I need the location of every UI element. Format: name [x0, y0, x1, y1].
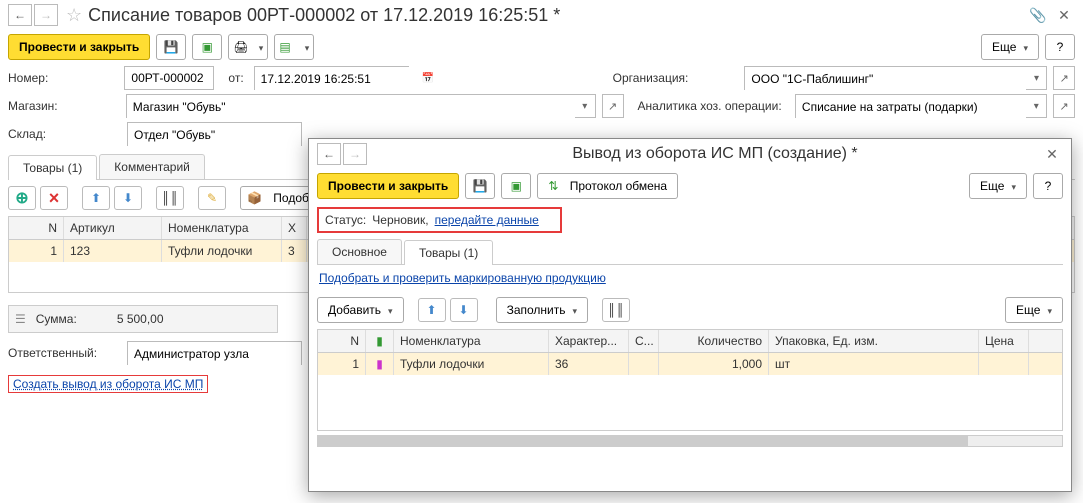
mark-row-icon: ▮ — [376, 357, 383, 371]
status-link[interactable]: передайте данные — [435, 213, 539, 227]
date-field[interactable] — [255, 67, 422, 91]
attach-icon[interactable]: 📎 — [1027, 5, 1049, 25]
modal-nav-back[interactable]: ← — [317, 143, 341, 165]
analytics-open-button[interactable]: ↗ — [1053, 94, 1075, 118]
modal-add-button[interactable]: Добавить — [317, 297, 404, 323]
create-link-box: Создать вывод из оборота ИС МП — [8, 375, 208, 393]
dropdown-icon[interactable]: ▾ — [1026, 95, 1046, 117]
post-button[interactable]: ▣ — [192, 34, 222, 60]
mcol-s: С... — [629, 330, 659, 352]
store-field[interactable] — [127, 95, 575, 119]
org-label: Организация: — [613, 71, 711, 85]
help-button[interactable]: ? — [1045, 34, 1075, 60]
store-open-button[interactable]: ↗ — [602, 94, 624, 118]
save-icon: 💾 — [473, 179, 488, 193]
modal-nav-forward[interactable]: → — [343, 143, 367, 165]
print-icon: 🖨 — [233, 40, 248, 54]
warehouse-label: Склад: — [8, 127, 123, 141]
modal-barcode-button[interactable]: ║║ — [602, 298, 630, 322]
create-withdrawal-link[interactable]: Создать вывод из оборота ИС МП — [13, 377, 203, 391]
mcol-ic-head: ▮ — [366, 330, 394, 352]
more-button[interactable]: Еще — [981, 34, 1039, 60]
post-and-close-button[interactable]: Провести и закрыть — [8, 34, 150, 60]
modal-window: ← → Вывод из оборота ИС МП (создание) * … — [308, 138, 1072, 492]
modal-close-icon[interactable]: ✕ — [1041, 144, 1063, 164]
page-title: Списание товаров 00РТ-000002 от 17.12.20… — [88, 5, 560, 26]
move-down-button[interactable]: ⬇ — [114, 186, 142, 210]
sum-label: Сумма: — [36, 312, 77, 326]
dropdown-icon[interactable]: ▾ — [575, 95, 595, 117]
resp-label: Ответственный: — [8, 346, 123, 360]
report-button[interactable]: ▤ — [274, 34, 314, 60]
modal-post-close-button[interactable]: Провести и закрыть — [317, 173, 459, 199]
mark-icon: ▮ — [376, 334, 383, 348]
modal-move-up[interactable]: ⬆ — [418, 298, 446, 322]
nav-back[interactable]: ← — [8, 4, 32, 26]
modal-more-button[interactable]: Еще — [969, 173, 1027, 199]
modal-save-button[interactable]: 💾 — [465, 173, 495, 199]
pencil-icon: ✎ — [207, 191, 217, 205]
mcol-n: N — [318, 330, 366, 352]
move-up-button[interactable]: ⬆ — [82, 186, 110, 210]
sum-value: 5 500,00 — [117, 312, 164, 326]
delete-row-button[interactable]: × — [40, 186, 68, 210]
modal-post-button[interactable]: ▣ — [501, 173, 531, 199]
print-button[interactable]: 🖨 — [228, 34, 268, 60]
tab-comment[interactable]: Комментарий — [99, 154, 205, 179]
close-icon[interactable]: ✕ — [1053, 5, 1075, 25]
warehouse-field[interactable] — [128, 123, 301, 147]
add-row-button[interactable]: ⊕ — [8, 186, 36, 210]
resp-field[interactable] — [128, 342, 301, 366]
status-label: Статус: — [325, 213, 366, 227]
save-icon: 💾 — [164, 40, 179, 54]
col-art: Артикул — [64, 217, 162, 239]
dropdown-icon[interactable]: ▾ — [1026, 67, 1046, 89]
report-icon: ▤ — [279, 40, 290, 54]
modal-title: Вывод из оборота ИС МП (создание) * — [389, 145, 1041, 163]
store-label: Магазин: — [8, 99, 122, 113]
modal-tab-goods[interactable]: Товары (1) — [404, 240, 493, 265]
modal-help-button[interactable]: ? — [1033, 173, 1063, 199]
post-icon: ▣ — [511, 179, 522, 193]
post-icon: ▣ — [202, 40, 213, 54]
modal-table-row[interactable]: 1 ▮ Туфли лодочки 36 1,000 шт — [318, 353, 1062, 375]
col-x: Х — [282, 217, 307, 239]
org-field[interactable] — [745, 67, 1026, 91]
save-button[interactable]: 💾 — [156, 34, 186, 60]
number-field[interactable] — [124, 66, 214, 90]
from-label: от: — [228, 71, 243, 85]
number-label: Номер: — [8, 71, 120, 85]
edit-button[interactable]: ✎ — [198, 186, 226, 210]
mcol-pack: Упаковка, Ед. изм. — [769, 330, 979, 352]
favorite-icon[interactable]: ☆ — [66, 5, 82, 26]
modal-tab-main[interactable]: Основное — [317, 239, 402, 264]
protocol-button[interactable]: ⇅ Протокол обмена — [537, 173, 678, 199]
modal-hscrollbar[interactable] — [317, 435, 1063, 447]
nav-forward[interactable]: → — [34, 4, 58, 26]
org-open-button[interactable]: ↗ — [1053, 66, 1075, 90]
col-nom: Номенклатура — [162, 217, 282, 239]
exchange-icon: ⇅ — [548, 179, 558, 193]
mcol-price: Цена — [979, 330, 1029, 352]
modal-fill-button[interactable]: Заполнить — [496, 297, 588, 323]
barcode-icon: ║║ — [608, 303, 625, 317]
pick-marked-link[interactable]: Подобрать и проверить маркированную прод… — [319, 271, 606, 285]
box-icon: 📦 — [247, 191, 262, 205]
mcol-char: Характер... — [549, 330, 629, 352]
col-n: N — [9, 217, 64, 239]
analytics-label: Аналитика хоз. операции: — [638, 99, 791, 113]
calendar-icon[interactable]: 📅 — [422, 67, 434, 89]
modal-grid-more-button[interactable]: Еще — [1005, 297, 1063, 323]
mcol-qty: Количество — [659, 330, 769, 352]
mcol-nom: Номенклатура — [394, 330, 549, 352]
status-value: Черновик, — [372, 213, 428, 227]
barcode-icon: ║║ — [161, 191, 178, 205]
modal-move-down[interactable]: ⬇ — [450, 298, 478, 322]
analytics-field[interactable] — [796, 95, 1026, 119]
tab-goods[interactable]: Товары (1) — [8, 155, 97, 180]
barcode-button[interactable]: ║║ — [156, 186, 184, 210]
